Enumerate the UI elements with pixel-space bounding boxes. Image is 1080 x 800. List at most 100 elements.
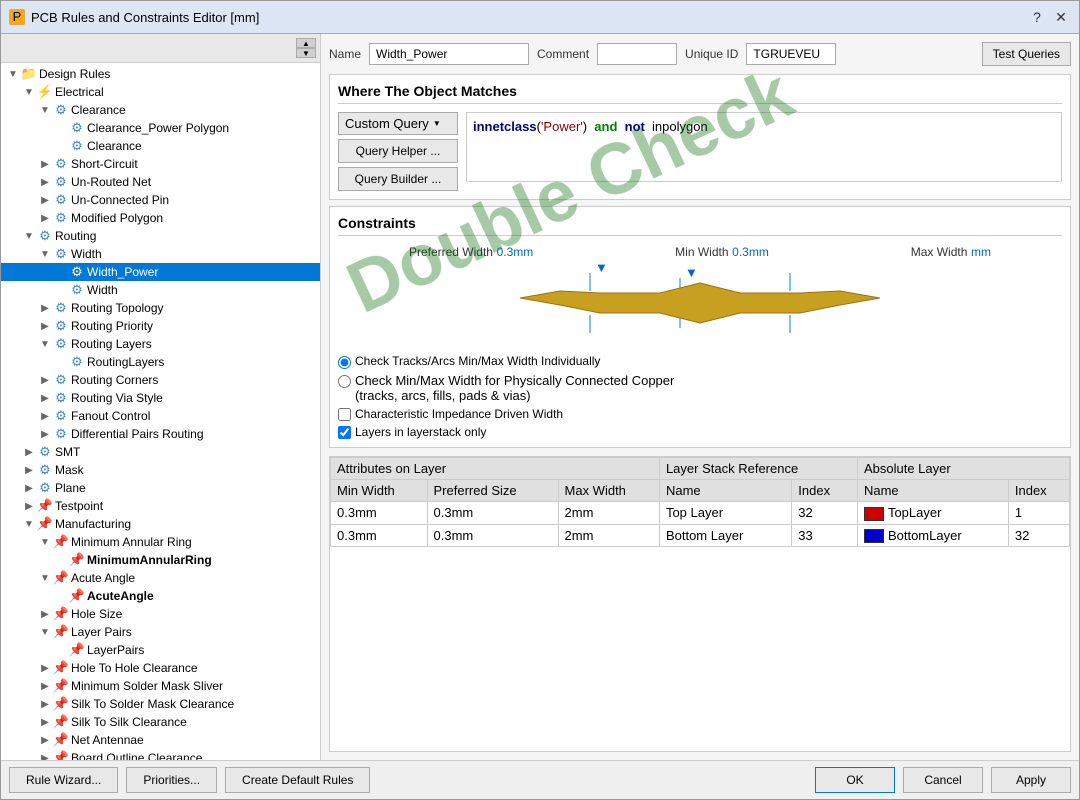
stack-ref-header: Layer Stack Reference — [659, 458, 857, 480]
tree-item-acute-angle[interactable]: ▼ 📌 Acute Angle — [1, 569, 320, 587]
where-header: Where The Object Matches — [338, 83, 1062, 104]
query-not-keyword: not — [625, 119, 645, 134]
query-keyword-innetclass: innetclass — [473, 119, 537, 134]
tree-item-clearance-power[interactable]: ⚙ Clearance_Power Polygon — [1, 119, 320, 137]
app-icon: P — [9, 9, 25, 25]
col-abs-name: Name — [857, 480, 1008, 502]
rule-icon: ⚙ — [53, 102, 69, 118]
check-layerstack[interactable] — [338, 426, 351, 439]
query-helper-button[interactable]: Query Helper ... — [338, 139, 458, 163]
query-builder-button[interactable]: Query Builder ... — [338, 167, 458, 191]
rule-icon: 📌 — [53, 570, 69, 586]
rule-icon: ⚙ — [69, 282, 85, 298]
name-input[interactable] — [369, 43, 529, 65]
radio-individual[interactable] — [338, 356, 351, 369]
tree-item-width-power[interactable]: ⚙ Width_Power — [1, 263, 320, 281]
rule-icon: ⚙ — [53, 210, 69, 226]
tree-item-width[interactable]: ▼ ⚙ Width — [1, 245, 320, 263]
tree-item-hole-size[interactable]: ▶ 📌 Hole Size — [1, 605, 320, 623]
tree-item-routing-layers-sub[interactable]: ⚙ RoutingLayers — [1, 353, 320, 371]
tree-view: ▼ 📁 Design Rules ▼ ⚡ Electrical ▼ ⚙ Clea… — [1, 63, 320, 760]
tree-item-hole-to-hole[interactable]: ▶ 📌 Hole To Hole Clearance — [1, 659, 320, 677]
tree-item-acute-angle-sub[interactable]: 📌 AcuteAngle — [1, 587, 320, 605]
uid-input[interactable] — [746, 43, 836, 65]
tree-item-fanout[interactable]: ▶ ⚙ Fanout Control — [1, 407, 320, 425]
tree-item-modified-polygon[interactable]: ▶ ⚙ Modified Polygon — [1, 209, 320, 227]
tree-item-diff-pairs[interactable]: ▶ ⚙ Differential Pairs Routing — [1, 425, 320, 443]
tree-item-min-annular-sub[interactable]: 📌 MinimumAnnularRing — [1, 551, 320, 569]
create-defaults-button[interactable]: Create Default Rules — [225, 767, 370, 793]
table-row[interactable]: 0.3mm 0.3mm 2mm Top Layer 32 TopLayer 1 — [331, 502, 1070, 525]
tree-item-routing-topology[interactable]: ▶ ⚙ Routing Topology — [1, 299, 320, 317]
rule-icon: ⚙ — [53, 156, 69, 172]
expand-icon: ▼ — [37, 102, 53, 118]
expand-icon: ▶ — [37, 174, 53, 190]
tree-item-min-annular[interactable]: ▼ 📌 Minimum Annular Ring — [1, 533, 320, 551]
scroll-up[interactable]: ▲ — [296, 38, 316, 48]
tree-item-silk-solder[interactable]: ▶ 📌 Silk To Solder Mask Clearance — [1, 695, 320, 713]
tree-item-layer-pairs[interactable]: ▼ 📌 Layer Pairs — [1, 623, 320, 641]
radio-connected[interactable] — [338, 375, 351, 388]
check-impedance[interactable] — [338, 408, 351, 421]
tree-item-routing-priority[interactable]: ▶ ⚙ Routing Priority — [1, 317, 320, 335]
preferred-width-value: 0.3mm — [497, 245, 534, 259]
cell-min-width: 0.3mm — [331, 502, 428, 525]
query-expression-area[interactable]: innetclass('Power') and not inpolygon — [466, 112, 1062, 182]
col-stack-index: Index — [792, 480, 858, 502]
scroll-controls: ▲ ▼ — [296, 38, 316, 58]
expand-icon: ▶ — [37, 408, 53, 424]
cell-abs-index: 1 — [1008, 502, 1069, 525]
comment-input[interactable] — [597, 43, 677, 65]
tree-item-routing-via-style[interactable]: ▶ ⚙ Routing Via Style — [1, 389, 320, 407]
uid-label: Unique ID — [685, 47, 738, 61]
col-pref-size: Preferred Size — [427, 480, 558, 502]
tree-item-design-rules[interactable]: ▼ 📁 Design Rules — [1, 65, 320, 83]
tree-item-mask[interactable]: ▶ ⚙ Mask — [1, 461, 320, 479]
rule-icon: ⚙ — [53, 246, 69, 262]
table-row[interactable]: 0.3mm 0.3mm 2mm Bottom Layer 33 BottomLa… — [331, 524, 1070, 547]
tree-item-smt[interactable]: ▶ ⚙ SMT — [1, 443, 320, 461]
tree-item-clearance-parent[interactable]: ▼ ⚙ Clearance — [1, 101, 320, 119]
min-width-group: Min Width 0.3mm — [675, 244, 769, 259]
expand-icon: ▶ — [37, 750, 53, 760]
help-button[interactable]: ? — [1027, 7, 1047, 27]
tree-item-manufacturing[interactable]: ▼ 📌 Manufacturing — [1, 515, 320, 533]
window-title: PCB Rules and Constraints Editor [mm] — [31, 10, 1027, 25]
query-mode-dropdown[interactable]: Custom Query ▼ — [338, 112, 458, 135]
tree-item-plane[interactable]: ▶ ⚙ Plane — [1, 479, 320, 497]
tree-item-testpoint[interactable]: ▶ 📌 Testpoint — [1, 497, 320, 515]
tree-item-layer-pairs-sub[interactable]: 📌 LayerPairs — [1, 641, 320, 659]
rule-wizard-button[interactable]: Rule Wizard... — [9, 767, 118, 793]
ok-button[interactable]: OK — [815, 767, 895, 793]
comment-label: Comment — [537, 47, 589, 61]
tree-item-unconnected-pin[interactable]: ▶ ⚙ Un-Connected Pin — [1, 191, 320, 209]
scroll-down[interactable]: ▼ — [296, 48, 316, 58]
tree-item-clearance[interactable]: ⚙ Clearance — [1, 137, 320, 155]
rule-icon: ⚙ — [37, 462, 53, 478]
cancel-button[interactable]: Cancel — [903, 767, 983, 793]
rule-icon: ⚙ — [69, 264, 85, 280]
test-queries-button[interactable]: Test Queries — [982, 42, 1071, 66]
close-button[interactable]: ✕ — [1051, 7, 1071, 27]
cell-min-width: 0.3mm — [331, 524, 428, 547]
tree-item-width-sub[interactable]: ⚙ Width — [1, 281, 320, 299]
tree-item-routing-corners[interactable]: ▶ ⚙ Routing Corners — [1, 371, 320, 389]
tree-item-electrical[interactable]: ▼ ⚡ Electrical — [1, 83, 320, 101]
tree-item-silk-silk[interactable]: ▶ 📌 Silk To Silk Clearance — [1, 713, 320, 731]
radio-option2-row: Check Min/Max Width for Physically Conne… — [338, 373, 1062, 403]
tree-item-board-outline[interactable]: ▶ 📌 Board Outline Clearance — [1, 749, 320, 760]
rule-icon: 📌 — [53, 714, 69, 730]
tree-item-unrouted-net[interactable]: ▶ ⚙ Un-Routed Net — [1, 173, 320, 191]
expand-icon: ▶ — [21, 480, 37, 496]
tree-item-min-solder-sliver[interactable]: ▶ 📌 Minimum Solder Mask Sliver — [1, 677, 320, 695]
tree-item-short-circuit[interactable]: ▶ ⚙ Short-Circuit — [1, 155, 320, 173]
tree-item-net-antennae[interactable]: ▶ 📌 Net Antennae — [1, 731, 320, 749]
tree-item-routing[interactable]: ▼ ⚙ Routing — [1, 227, 320, 245]
option2-label: Check Min/Max Width for Physically Conne… — [355, 373, 674, 403]
option1-label: Check Tracks/Arcs Min/Max Width Individu… — [355, 354, 600, 368]
folder-icon: 📁 — [21, 66, 37, 82]
apply-button[interactable]: Apply — [991, 767, 1071, 793]
query-and-keyword: and — [594, 119, 617, 134]
tree-item-routing-layers[interactable]: ▼ ⚙ Routing Layers — [1, 335, 320, 353]
priorities-button[interactable]: Priorities... — [126, 767, 217, 793]
